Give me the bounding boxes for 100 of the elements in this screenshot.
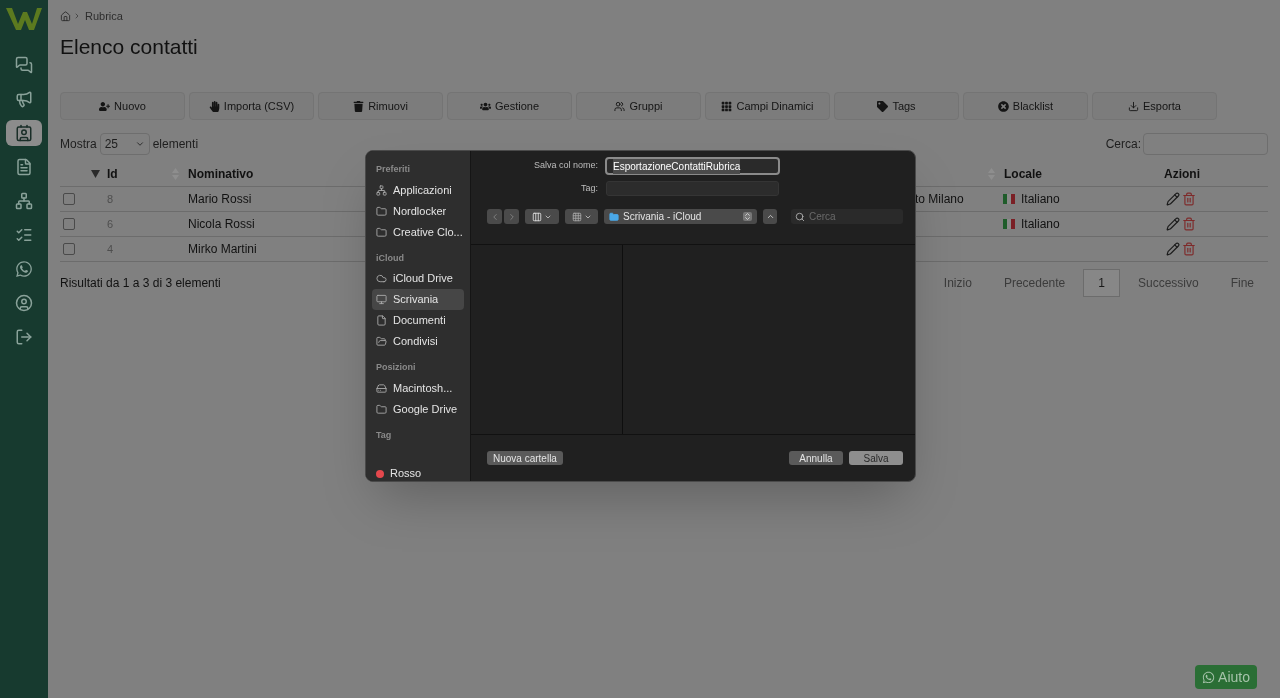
expand-button[interactable] <box>763 209 777 224</box>
folder-icon <box>376 403 387 415</box>
italy-flag-icon <box>1003 219 1015 229</box>
sidebar-location[interactable]: Scrivania <box>372 289 464 310</box>
save-as-label: Salva col nome: <box>532 159 599 173</box>
cancel-button[interactable]: Annulla <box>789 451 843 465</box>
toolbar-button[interactable]: Esporta <box>1092 92 1217 120</box>
column-header[interactable]: Id <box>107 165 118 183</box>
length-label: elementi <box>152 136 199 153</box>
user-icon <box>15 294 33 312</box>
chat-icon <box>15 56 33 74</box>
download-icon <box>1128 100 1140 112</box>
delete-icon[interactable] <box>1182 242 1196 256</box>
toolbar-button[interactable]: Nuovo <box>60 92 185 120</box>
name-cell: Mario Rossi <box>188 192 252 206</box>
pagination-link[interactable]: 1 <box>1083 269 1120 297</box>
folder-icon <box>376 205 387 217</box>
search-icon <box>795 211 805 222</box>
checklist-icon <box>15 226 33 244</box>
location-select[interactable]: Scrivania - iCloud <box>604 209 757 224</box>
toolbar-button[interactable]: Blacklist <box>963 92 1088 120</box>
sidebar-location[interactable]: Creative Clo... <box>372 221 464 243</box>
pagination-link[interactable]: Precedente <box>989 269 1080 297</box>
toolbar-button[interactable]: Rimuovi <box>318 92 443 120</box>
toolbar-button[interactable]: Importa (CSV) <box>189 92 314 120</box>
name-cell: Mirko Martini <box>188 242 257 256</box>
results-info: Risultati da 1 a 3 di 3 elementi <box>60 275 221 292</box>
sidebar-section-title: Posizioni <box>375 361 417 374</box>
delete-icon[interactable] <box>1182 217 1196 231</box>
whatsapp-icon <box>1202 670 1216 684</box>
table-cell: to Milano <box>915 192 964 206</box>
page-title: Elenco contatti <box>60 33 199 60</box>
sidebar-location[interactable]: Documenti <box>372 310 464 331</box>
sidebar-location[interactable]: iCloud Drive <box>372 268 464 289</box>
tag-icon <box>877 100 889 112</box>
save-button[interactable]: Salva <box>849 451 903 465</box>
cloud-icon <box>376 273 387 284</box>
toolbar-button[interactable]: Tags <box>834 92 959 120</box>
whatsapp-icon <box>15 260 33 278</box>
grouping-button[interactable] <box>565 209 598 224</box>
users-icon <box>480 100 491 112</box>
sidebar-location[interactable]: Condivisi <box>372 331 464 352</box>
row-checkbox[interactable] <box>63 218 75 230</box>
document-icon <box>376 315 387 326</box>
desktop-icon <box>376 294 387 305</box>
columns-icon <box>532 211 542 222</box>
pagination-link[interactable]: Successivo <box>1123 269 1213 297</box>
sidebar-section-title: iCloud <box>375 251 405 265</box>
chevron-icon <box>73 12 81 21</box>
tag-label: Tag: <box>580 181 599 195</box>
toolbar-button[interactable]: Gruppi <box>576 92 701 120</box>
user-plus-icon <box>99 100 111 112</box>
delete-icon[interactable] <box>1182 192 1196 206</box>
page-length-select[interactable]: 25 <box>99 133 150 155</box>
sidebar-location[interactable]: Nordlocker <box>372 200 464 222</box>
megaphone-icon <box>15 90 33 108</box>
name-cell: Nicola Rossi <box>188 217 255 231</box>
breadcrumb-link[interactable]: Rubrica <box>85 8 123 25</box>
toolbar-button[interactable]: Campi Dinamici <box>705 92 830 120</box>
pagination-link[interactable]: Fine <box>1216 269 1268 297</box>
row-checkbox[interactable] <box>63 243 75 255</box>
row-checkbox[interactable] <box>63 193 75 205</box>
grid-icon <box>721 100 733 112</box>
sidebar-section-title: Tag <box>375 428 393 442</box>
logout-icon <box>15 328 33 346</box>
sidebar-location[interactable]: Applicazioni <box>372 179 464 201</box>
logo-icon <box>6 8 42 30</box>
locale-cell-text: Italiano <box>1021 216 1060 233</box>
view-mode-button[interactable] <box>525 209 559 224</box>
file-name-field[interactable]: EsportazioneContattiRubrica <box>605 157 780 175</box>
document-icon <box>15 158 33 176</box>
edit-icon[interactable] <box>1166 192 1180 206</box>
toolbar-button[interactable]: Gestione <box>447 92 572 120</box>
sidebar-location[interactable]: Macintosh... <box>372 377 464 399</box>
sidebar-location[interactable]: Google Drive <box>372 398 464 420</box>
chevron-up-icon <box>765 212 775 221</box>
help-button[interactable]: Aiuto <box>1195 665 1257 689</box>
contact-book-icon <box>15 124 33 142</box>
edit-icon[interactable] <box>1166 217 1180 231</box>
stepper-icon <box>743 212 752 221</box>
column-header[interactable]: Nominativo <box>188 165 254 183</box>
search-field[interactable]: Cerca <box>791 209 903 224</box>
edit-icon[interactable] <box>1166 242 1180 256</box>
sidebar-item[interactable] <box>6 120 42 146</box>
apps-icon <box>376 184 387 196</box>
users-icon <box>614 100 626 112</box>
pagination-link[interactable]: Inizio <box>929 269 986 297</box>
hand-icon <box>208 100 220 112</box>
folder-icon <box>609 211 619 222</box>
home-icon[interactable] <box>60 10 71 22</box>
search-label: Cerca: <box>1105 136 1141 153</box>
grid-icon <box>571 211 582 222</box>
trash-icon <box>353 100 365 112</box>
column-header[interactable]: Locale <box>1004 165 1042 183</box>
new-folder-button[interactable]: Nuova cartella <box>487 451 563 465</box>
chevron-down-icon <box>134 139 145 149</box>
sidebar-location[interactable]: Rosso <box>372 463 464 481</box>
folder-icon <box>376 226 387 238</box>
shared-folder-icon <box>376 336 387 347</box>
flow-icon <box>15 192 33 210</box>
